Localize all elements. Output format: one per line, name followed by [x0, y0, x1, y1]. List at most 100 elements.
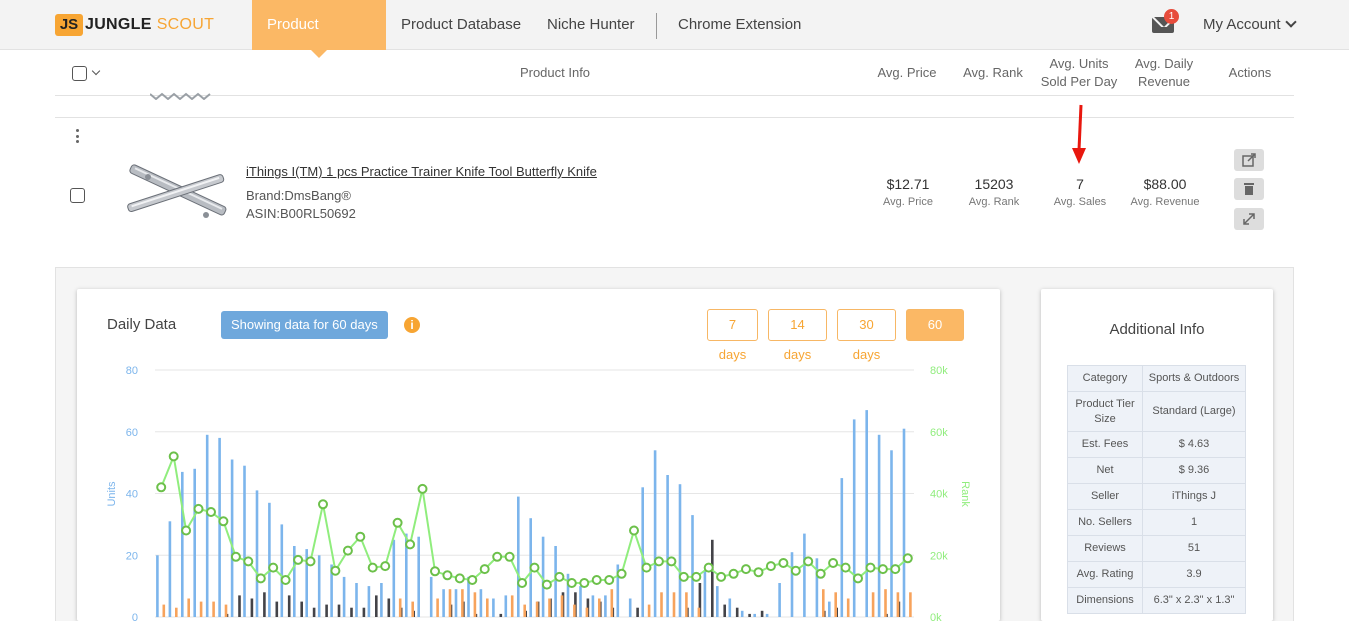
bar-series-3: [660, 592, 663, 617]
bar-series-1: [268, 502, 271, 617]
bar-series-1: [653, 450, 657, 617]
bar-series-3: [573, 604, 576, 617]
rank-point: [268, 562, 279, 573]
bar-series-1: [367, 586, 371, 617]
rank-point: [728, 568, 739, 579]
bar-series-1: [778, 583, 781, 617]
rank-point: [566, 578, 577, 588]
rank-point: [405, 539, 416, 550]
bar-series-1: [243, 465, 246, 617]
rank-point: [828, 558, 839, 568]
bar-series-2: [760, 610, 764, 617]
rank-point: [703, 562, 714, 573]
bar-series-3: [411, 601, 414, 617]
rank-point: [218, 516, 229, 527]
bar-series-1: [479, 589, 483, 617]
bar-series-3: [871, 592, 875, 617]
rank-point: [156, 482, 167, 493]
bar-series-3: [585, 607, 589, 617]
rank-point: [741, 564, 751, 575]
bar-series-1: [255, 490, 259, 617]
rank-point: [367, 562, 378, 573]
bar-series-1: [877, 434, 881, 617]
bar-series-3: [535, 601, 539, 617]
bar-series-1: [865, 410, 868, 617]
bar-series-1: [803, 533, 806, 617]
bar-series-1: [678, 484, 682, 617]
additional-info-row: Reviews 51: [1067, 535, 1246, 562]
rank-point: [193, 503, 204, 514]
bar-series-1: [604, 595, 607, 617]
rank-point: [753, 567, 764, 578]
y2-tick-label: 80k: [930, 365, 948, 377]
info-value: 51: [1142, 535, 1246, 562]
info-value: $ 9.36: [1142, 457, 1246, 484]
bar-series-3: [834, 592, 837, 617]
bar-series-1: [392, 539, 396, 617]
rank-point: [330, 565, 341, 576]
bar-series-2: [275, 601, 279, 617]
rank-point: [790, 565, 801, 576]
bar-series-3: [486, 598, 489, 617]
rank-point: [504, 551, 515, 562]
rank-point: [417, 483, 428, 494]
bar-series-1: [840, 478, 844, 617]
y2-tick-label: 40k: [930, 489, 948, 501]
rank-point: [803, 556, 814, 567]
rank-point: [716, 571, 727, 582]
bar-series-3: [909, 592, 912, 617]
bar-series-2: [238, 595, 241, 617]
info-value: 6.3" x 2.3" x 1.3": [1142, 587, 1246, 614]
bar-series-3: [685, 592, 688, 617]
rank-point: [616, 568, 627, 579]
bar-series-2: [387, 598, 391, 617]
rank-point: [430, 566, 440, 577]
bar-series-2: [263, 592, 266, 617]
rank-point: [666, 556, 677, 567]
rank-point: [604, 575, 615, 585]
rank-point: [591, 575, 602, 585]
bar-series-1: [442, 589, 445, 617]
info-key: Est. Fees: [1067, 431, 1143, 458]
bar-series-2: [735, 607, 739, 617]
bar-series-2: [375, 595, 378, 617]
info-key: Avg. Rating: [1067, 561, 1143, 588]
bar-series-3: [473, 592, 477, 617]
bar-series-3: [672, 592, 676, 617]
bar-series-2: [499, 613, 503, 617]
rank-point: [840, 562, 851, 573]
y2-tick-label: 60k: [930, 427, 948, 439]
rank-point: [181, 525, 192, 536]
additional-info-row: Net $ 9.36: [1067, 457, 1246, 484]
rank-point: [853, 573, 863, 584]
rank-point: [492, 551, 503, 562]
additional-info-row: Avg. Rating 3.9: [1067, 561, 1246, 588]
bar-series-1: [280, 524, 284, 617]
bar-series-3: [461, 589, 464, 617]
rank-point: [243, 556, 254, 567]
y2-axis-label: Rank: [959, 481, 971, 507]
additional-info-row: Product Tier Size Standard (Large): [1067, 391, 1246, 432]
bar-series-3: [548, 598, 551, 617]
y-tick-label: 60: [126, 427, 138, 439]
bar-series-1: [156, 555, 159, 618]
y-tick-label: 80: [126, 365, 138, 377]
bar-series-3: [560, 595, 564, 617]
bar-series-1: [168, 521, 172, 617]
bar-series-1: [417, 536, 420, 617]
bar-series-1: [205, 434, 209, 617]
bar-series-1: [181, 471, 184, 617]
bar-series-3: [697, 607, 701, 617]
rank-point: [380, 561, 391, 572]
info-value: Sports & Outdoors: [1142, 365, 1246, 392]
bar-series-1: [380, 583, 383, 617]
bar-series-3: [822, 589, 825, 617]
bar-series-3: [884, 589, 887, 617]
additional-info-row: Dimensions 6.3" x 2.3" x 1.3": [1067, 587, 1246, 614]
rank-point: [890, 564, 901, 575]
bar-series-1: [454, 589, 458, 617]
bar-series-1: [666, 475, 669, 617]
bar-series-3: [610, 589, 614, 617]
info-key: Net: [1067, 457, 1143, 484]
rank-point: [629, 525, 639, 536]
